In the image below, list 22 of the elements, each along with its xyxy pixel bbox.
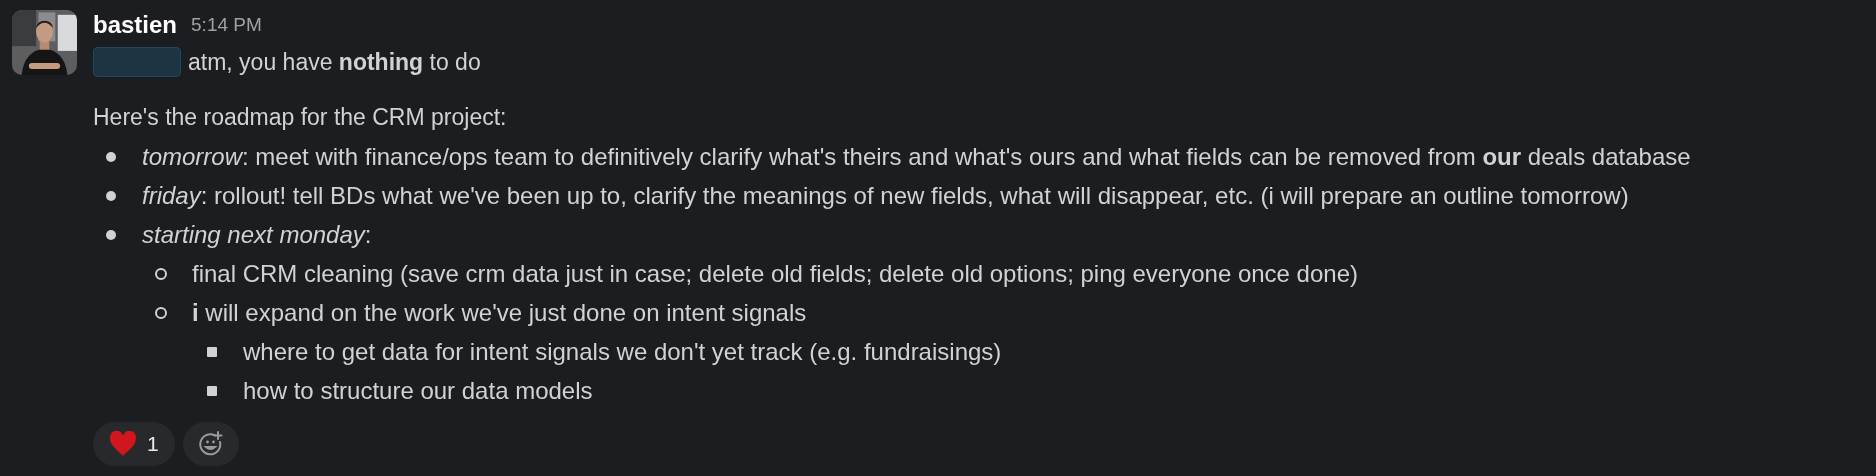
bullet-icon (106, 190, 116, 201)
timestamp[interactable]: 5:14 PM (191, 14, 262, 36)
list-item-text: how to structure our data models (243, 376, 593, 405)
list-item-text: final CRM cleaning (save crm data just in case; delete old fields; delete old options; ping everyone once done) (192, 259, 1358, 288)
add-reaction-button[interactable] (182, 422, 239, 466)
reaction-button[interactable]: 1 (93, 422, 175, 466)
bullet-icon (155, 306, 167, 319)
list-item-text: i will expand on the work we've just done on intent signals (192, 298, 807, 327)
bullet-icon (155, 267, 167, 280)
list-item-text: where to get data for intent signals we don't yet track (e.g. fundraisings) (243, 337, 1002, 366)
add-emoji-icon (196, 431, 225, 457)
list-item-text: starting next monday: (142, 220, 372, 249)
bullet-icon (106, 151, 116, 162)
bullet-icon (207, 346, 217, 357)
list-item-text: tomorrow: meet with finance/ops team to definitively clarify what's theirs and what's ours and what fields can be removed from our deals database (142, 142, 1691, 171)
heart-icon (109, 431, 137, 457)
bullet-icon (207, 385, 217, 396)
author-name[interactable]: bastien (93, 11, 178, 39)
bullet-icon (106, 229, 116, 240)
message-text: atm, you have nothing to do (188, 48, 481, 76)
list-item-text: friday: rollout! tell BDs what we've been up to, clarify the meanings of new fields, what will disappear, etc. (i will prepare an outline tomorrow) (142, 181, 1629, 210)
message-text: Here's the roadmap for the CRM project: (93, 103, 508, 132)
